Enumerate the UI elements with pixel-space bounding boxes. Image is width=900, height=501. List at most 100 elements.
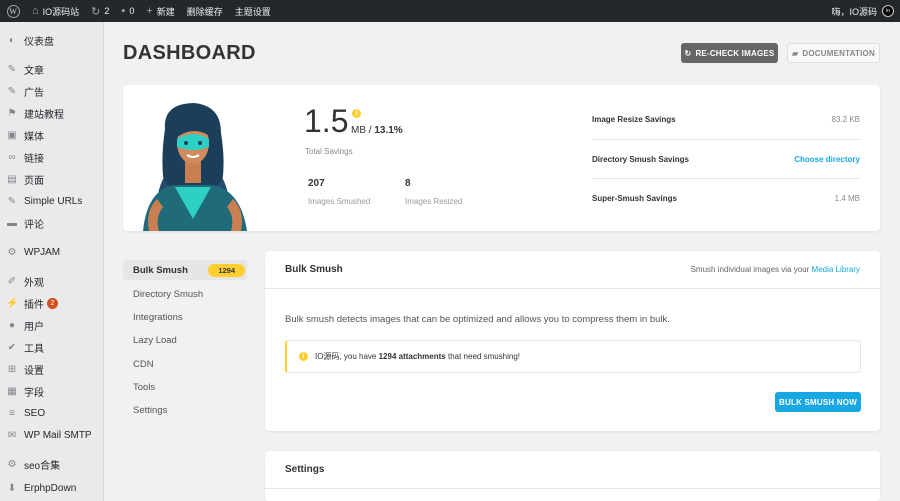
page-icon: ▤: [7, 173, 17, 185]
link-icon: ∞: [8, 151, 16, 163]
bulk-smush-title: Bulk Smush: [285, 264, 343, 275]
brush-icon: ✐: [7, 275, 17, 287]
sidebar-item-seo[interactable]: ≡ SEO: [0, 403, 104, 423]
sidebar-item-label: Simple URLs: [24, 195, 83, 207]
plugin-icon: ⚡: [6, 297, 19, 309]
total-savings-unit: MB / 13.1%: [351, 125, 403, 136]
sidebar-item-appearance[interactable]: ✐ 外观: [0, 271, 104, 291]
subnav-cdn[interactable]: CDN: [123, 354, 247, 374]
total-savings-percent: 13.1%: [374, 125, 403, 136]
sidebar-item-wpjam[interactable]: ⚙ WPJAM: [0, 242, 104, 262]
wordpress-logo-icon[interactable]: W: [0, 0, 26, 22]
updates-count: 2: [104, 6, 110, 16]
media-library-link[interactable]: Media Library: [812, 265, 860, 274]
home-icon: ⌂: [32, 5, 39, 17]
settings-card-title: Settings: [265, 451, 880, 489]
sidebar-item-label: 文章: [24, 65, 44, 77]
wrench-icon: ✔: [7, 341, 17, 353]
sidebar-item-label: 链接: [24, 153, 44, 165]
total-savings-unit-mb: MB: [351, 125, 366, 136]
documentation-button[interactable]: ▰ DOCUMENTATION: [787, 43, 880, 63]
sidebar-item-label: ErphpDown: [24, 482, 77, 494]
settings-icon: ⊞: [7, 363, 17, 375]
images-resized-label: Images Resized: [405, 197, 463, 206]
info-icon[interactable]: i: [352, 109, 361, 118]
notice-suffix: that need smushing!: [447, 352, 521, 361]
clear-cache-label: 删除缓存: [186, 6, 223, 17]
recheck-images-label: RE-CHECK IMAGES: [695, 48, 775, 58]
account-menu[interactable]: 嗨，IO源码 io: [831, 5, 900, 18]
media-icon: ▣: [7, 129, 17, 141]
sidebar-item-tutorials[interactable]: ⚑ 建站教程: [0, 103, 104, 123]
bulk-smush-header: Bulk Smush Smush individual images via y…: [265, 251, 880, 289]
updates-link[interactable]: ↻ 2: [85, 0, 115, 22]
sidebar-item-ads[interactable]: ✎ 广告: [0, 81, 104, 101]
clear-cache-link[interactable]: 删除缓存: [181, 0, 229, 22]
new-content-link[interactable]: + 新建: [140, 0, 180, 22]
sidebar-item-users[interactable]: ● 用户: [0, 315, 104, 335]
sidebar-item-label: 用户: [24, 321, 44, 333]
sidebar-item-label: 字段: [24, 387, 44, 399]
sidebar-item-tools[interactable]: ✔ 工具: [0, 337, 104, 357]
refresh-icon: ↻: [91, 5, 101, 18]
sidebar-item-label: 仪表盘: [24, 36, 54, 48]
pin-icon: ✎: [7, 63, 17, 75]
new-label: 新建: [156, 6, 175, 17]
pin-icon: ✎: [7, 85, 17, 97]
sidebar-item-media[interactable]: ▣ 媒体: [0, 125, 104, 145]
notice-text: IO源码, you have 1294 attachments that nee…: [315, 351, 520, 362]
subnav-bulk-smush[interactable]: Bulk Smush 1294: [123, 260, 247, 280]
theme-settings-link[interactable]: 主题设置: [229, 0, 277, 22]
sidebar-item-label: 页面: [24, 175, 44, 187]
flag-icon: ⚑: [7, 107, 17, 119]
mail-icon: ✉: [7, 429, 17, 441]
sidebar-item-comments[interactable]: ▬ 评论: [0, 213, 104, 233]
book-icon: ▰: [792, 48, 799, 58]
choose-directory-link[interactable]: Choose directory: [794, 155, 860, 164]
subnav-directory-smush[interactable]: Directory Smush: [123, 284, 247, 304]
savings-row-label: Image Resize Savings: [592, 114, 676, 124]
site-name-label: IO源码站: [42, 6, 80, 17]
images-resized-count: 8: [405, 178, 411, 189]
savings-row-value: 83.2 KB: [831, 114, 860, 124]
sidebar-item-simple-urls[interactable]: ✎ Simple URLs: [0, 191, 104, 211]
theme-settings-label: 主题设置: [234, 6, 271, 17]
sidebar-item-links[interactable]: ∞ 链接: [0, 147, 104, 167]
sidebar-item-posts[interactable]: ✎ 文章: [0, 59, 104, 79]
sidebar-item-erphpdown[interactable]: ⬇ ErphpDown: [0, 478, 104, 498]
smush-mascot-illustration: [143, 103, 247, 231]
sidebar-item-settings[interactable]: ⊞ 设置: [0, 359, 104, 379]
images-smushed-label: Images Smushed: [308, 197, 371, 206]
fields-icon: ▦: [7, 385, 17, 397]
attachments-notice: i IO源码, you have 1294 attachments that n…: [285, 340, 861, 373]
sidebar-item-label: 外观: [24, 277, 44, 289]
comments-link[interactable]: ▪ 0: [115, 0, 140, 22]
comment-icon: ▪: [121, 5, 126, 17]
sidebar-item-dashboard[interactable]: ◐ 仪表盘: [0, 30, 104, 50]
main-content: DASHBOARD ↻ RE-CHECK IMAGES ▰ DOCUMENTATIO…: [105, 22, 900, 501]
sidebar-item-pages[interactable]: ▤ 页面: [0, 169, 104, 189]
pin-icon: ✎: [7, 195, 17, 207]
subnav-item-label: Directory Smush: [133, 288, 204, 300]
savings-row-label: Directory Smush Savings: [592, 155, 689, 164]
subnav-tools[interactable]: Tools: [123, 377, 247, 397]
comment-icon: ▬: [7, 217, 17, 229]
subnav-settings[interactable]: Settings: [123, 400, 247, 420]
recheck-images-button[interactable]: ↻ RE-CHECK IMAGES: [681, 43, 778, 63]
bulk-smush-now-button[interactable]: BULK SMUSH NOW: [775, 392, 861, 412]
sidebar-item-seo-collection[interactable]: ⚙ seo合集: [0, 454, 104, 474]
dashboard-icon: ◐: [8, 34, 16, 46]
bulk-smush-description: Bulk smush detects images that can be op…: [285, 314, 670, 325]
sidebar-item-label: 建站教程: [24, 109, 64, 121]
sidebar-item-label: 设置: [24, 365, 44, 377]
subnav-lazy-load[interactable]: Lazy Load: [123, 330, 247, 350]
site-name-link[interactable]: ⌂ IO源码站: [26, 0, 85, 22]
sidebar-item-plugins[interactable]: ⚡ 插件 2: [0, 293, 104, 313]
sidebar-item-fields[interactable]: ▦ 字段: [0, 381, 104, 401]
sidebar-item-label: 评论: [24, 219, 44, 231]
total-savings-label: Total Savings: [305, 147, 353, 156]
savings-row-value: 1.4 MB: [834, 194, 860, 203]
comments-count: 0: [129, 6, 135, 16]
subnav-integrations[interactable]: Integrations: [123, 307, 247, 327]
sidebar-item-wp-mail-smtp[interactable]: ✉ WP Mail SMTP: [0, 425, 104, 445]
